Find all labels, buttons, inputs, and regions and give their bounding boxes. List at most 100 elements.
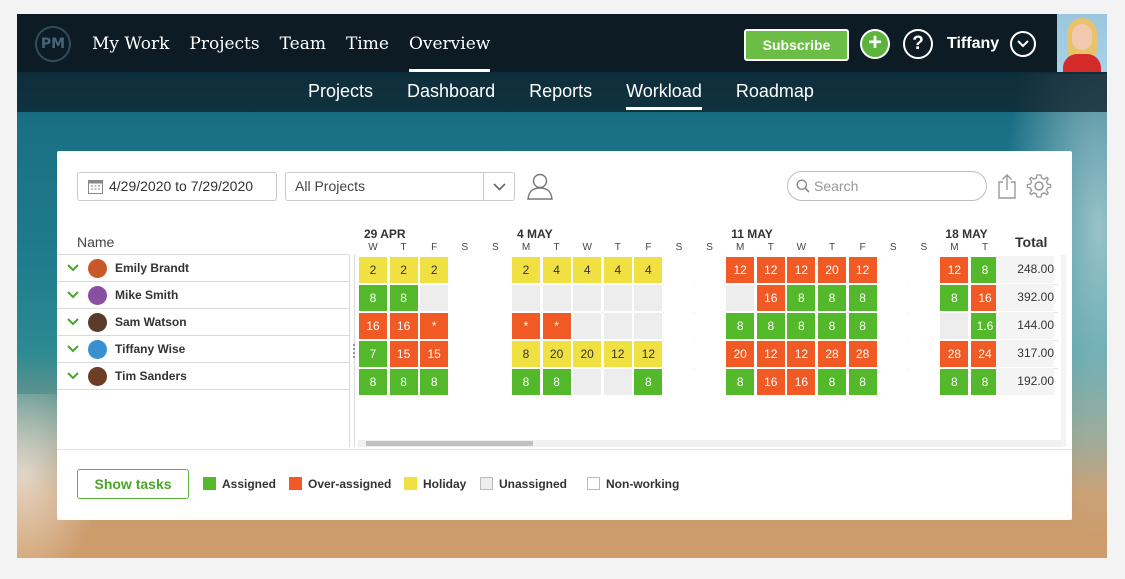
resource-row[interactable]: Emily Brandt — [57, 254, 349, 282]
workload-cell[interactable]: 2 — [511, 256, 541, 284]
subnav-workload[interactable]: Workload — [626, 72, 702, 112]
workload-cell[interactable]: 12 — [755, 340, 786, 368]
resource-row[interactable]: Tim Sanders — [57, 362, 349, 390]
workload-cell[interactable] — [572, 368, 603, 396]
workload-cell[interactable]: 12 — [847, 256, 878, 284]
workload-cell[interactable]: 28 — [817, 340, 847, 368]
drag-handle-icon[interactable] — [353, 344, 355, 358]
workload-cell[interactable]: 12 — [786, 256, 817, 284]
workload-cell[interactable] — [480, 340, 511, 368]
workload-cell[interactable] — [633, 284, 664, 312]
workload-cell[interactable] — [694, 340, 725, 368]
nav-my-work[interactable]: My Work — [92, 14, 169, 72]
workload-cell[interactable] — [908, 284, 939, 312]
workload-cell[interactable] — [602, 284, 633, 312]
workload-cell[interactable]: 16 — [358, 312, 388, 340]
expand-chevron-icon[interactable] — [67, 345, 79, 353]
workload-cell[interactable]: 8 — [419, 368, 450, 396]
expand-chevron-icon[interactable] — [67, 291, 79, 299]
workload-cell[interactable]: 8 — [725, 312, 756, 340]
workload-cell[interactable]: 15 — [388, 340, 419, 368]
workload-cell[interactable] — [878, 312, 909, 340]
export-icon[interactable] — [997, 173, 1017, 199]
workload-cell[interactable]: 8 — [847, 368, 878, 396]
add-icon[interactable]: + — [860, 29, 890, 59]
workload-cell[interactable]: 8 — [755, 312, 786, 340]
nav-projects[interactable]: Projects — [189, 14, 259, 72]
workload-cell[interactable] — [939, 312, 970, 340]
workload-cell[interactable]: 8 — [511, 340, 541, 368]
expand-chevron-icon[interactable] — [67, 318, 79, 326]
workload-cell[interactable]: 16 — [755, 368, 786, 396]
workload-cell[interactable] — [664, 368, 694, 396]
workload-cell[interactable] — [572, 312, 603, 340]
workload-cell[interactable]: 8 — [939, 368, 970, 396]
workload-cell[interactable] — [449, 368, 480, 396]
workload-cell[interactable]: 8 — [388, 368, 419, 396]
subnav-projects[interactable]: Projects — [308, 72, 373, 112]
workload-cell[interactable]: 8 — [541, 368, 572, 396]
workload-cell[interactable] — [633, 312, 664, 340]
workload-cell[interactable] — [664, 256, 694, 284]
workload-cell[interactable] — [449, 284, 480, 312]
workload-cell[interactable] — [511, 284, 541, 312]
workload-cell[interactable]: 8 — [817, 368, 847, 396]
horizontal-scrollbar[interactable] — [358, 440, 1062, 447]
workload-cell[interactable]: 8 — [633, 368, 664, 396]
resource-row[interactable]: Sam Watson — [57, 308, 349, 336]
workload-cell[interactable]: 12 — [602, 340, 633, 368]
workload-cell[interactable] — [480, 312, 511, 340]
resource-row[interactable]: Mike Smith — [57, 281, 349, 309]
workload-cell[interactable]: * — [419, 312, 450, 340]
date-range-picker[interactable]: 4/29/2020 to 7/29/2020 — [77, 172, 277, 201]
expand-chevron-icon[interactable] — [67, 372, 79, 380]
workload-cell[interactable] — [694, 256, 725, 284]
workload-cell[interactable]: 2 — [419, 256, 450, 284]
workload-cell[interactable]: 8 — [358, 284, 388, 312]
workload-cell[interactable] — [664, 284, 694, 312]
subnav-dashboard[interactable]: Dashboard — [407, 72, 495, 112]
workload-cell[interactable]: 16 — [388, 312, 419, 340]
workload-cell[interactable]: 28 — [939, 340, 970, 368]
vertical-scrollbar[interactable] — [1061, 255, 1066, 447]
workload-cell[interactable] — [480, 256, 511, 284]
workload-cell[interactable] — [725, 284, 756, 312]
workload-cell[interactable]: 8 — [817, 284, 847, 312]
workload-cell[interactable]: 20 — [572, 340, 603, 368]
resource-row[interactable]: Tiffany Wise — [57, 335, 349, 363]
workload-cell[interactable]: 4 — [602, 256, 633, 284]
workload-cell[interactable] — [449, 340, 480, 368]
workload-cell[interactable] — [908, 312, 939, 340]
workload-cell[interactable] — [664, 340, 694, 368]
workload-cell[interactable]: 8 — [817, 312, 847, 340]
workload-cell[interactable]: 8 — [725, 368, 756, 396]
workload-cell[interactable]: 8 — [358, 368, 388, 396]
project-filter-select[interactable]: All Projects — [285, 172, 515, 201]
workload-cell[interactable] — [480, 368, 511, 396]
workload-cell[interactable]: 4 — [541, 256, 572, 284]
workload-cell[interactable]: 12 — [725, 256, 756, 284]
workload-cell[interactable]: 12 — [633, 340, 664, 368]
workload-cell[interactable]: 12 — [786, 340, 817, 368]
user-name[interactable]: Tiffany — [947, 35, 999, 53]
workload-cell[interactable] — [602, 312, 633, 340]
subnav-roadmap[interactable]: Roadmap — [736, 72, 814, 112]
workload-cell[interactable] — [449, 256, 480, 284]
resource-name[interactable]: Sam Watson — [115, 315, 187, 329]
workload-cell[interactable] — [541, 284, 572, 312]
expand-chevron-icon[interactable] — [67, 264, 79, 272]
workload-cell[interactable] — [878, 284, 909, 312]
resource-name[interactable]: Tim Sanders — [115, 369, 187, 383]
workload-cell[interactable]: 8 — [847, 284, 878, 312]
workload-cell[interactable] — [419, 284, 450, 312]
workload-cell[interactable]: 7 — [358, 340, 388, 368]
workload-cell[interactable]: 12 — [755, 256, 786, 284]
show-tasks-button[interactable]: Show tasks — [77, 469, 189, 499]
user-avatar[interactable] — [1057, 14, 1107, 72]
workload-cell[interactable]: * — [541, 312, 572, 340]
subnav-reports[interactable]: Reports — [529, 72, 592, 112]
person-filter-icon[interactable] — [525, 171, 555, 201]
workload-cell[interactable]: 20 — [725, 340, 756, 368]
workload-cell[interactable] — [449, 312, 480, 340]
scrollbar-thumb[interactable] — [366, 441, 533, 446]
